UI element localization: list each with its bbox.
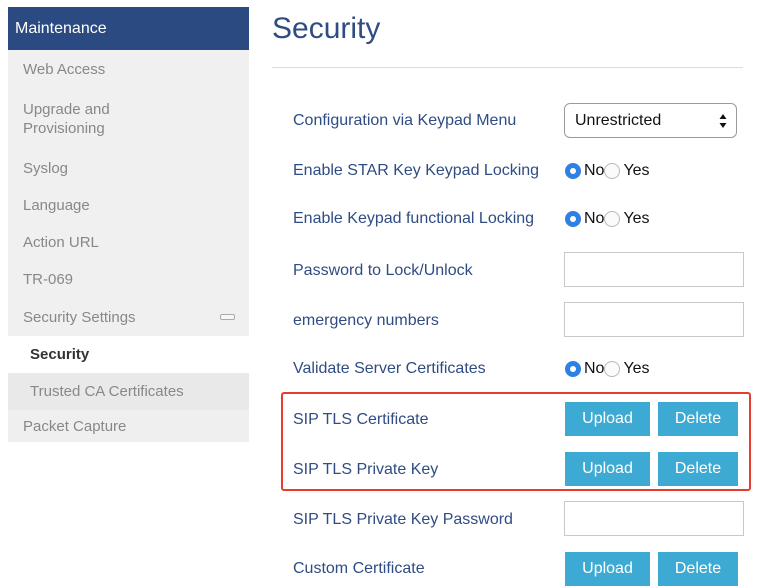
sidebar-item-packet-capture[interactable]: Packet Capture [8,410,249,442]
radio-yes[interactable] [604,163,621,179]
radio-no-selected[interactable] [565,361,581,377]
sip-tls-private-key-label: SIP TLS Private Key [293,461,439,478]
sip-tls-certificate-label: SIP TLS Certificate [293,411,429,428]
keypad-functional-locking-label: Enable Keypad functional Locking [293,210,535,227]
radio-yes-label: Yes [623,162,650,179]
sidebar-item-action-url[interactable]: Action URL [8,224,249,261]
config-keypad-menu-label: Configuration via Keypad Menu [293,112,517,129]
radio-yes[interactable] [604,361,621,377]
config-keypad-menu-select[interactable]: Unrestricted [564,103,737,138]
star-key-locking-label: Enable STAR Key Keypad Locking [293,162,540,179]
password-lock-unlock-field[interactable] [564,252,744,287]
radio-yes-label: Yes [623,210,650,227]
radio-yes-label: Yes [623,360,650,377]
sidebar: Maintenance Web Access Upgrade and Provi… [8,7,249,442]
sidebar-item-label: Language [23,197,90,214]
sidebar-item-security[interactable]: Security [8,336,249,373]
emergency-numbers-label: emergency numbers [293,312,439,329]
sidebar-header-label: Maintenance [15,19,107,37]
sidebar-item-label: Packet Capture [23,417,127,435]
select-value: Unrestricted [575,111,662,129]
sidebar-item-label: Action URL [23,234,99,251]
sidebar-item-label: Web Access [23,60,106,78]
sidebar-item-label: Security [30,346,90,363]
validate-server-certificates-radio-group: No Yes [565,360,650,378]
sidebar-item-language[interactable]: Language [8,187,249,224]
sip-tls-certificate-upload-button[interactable]: Upload [565,402,650,436]
sidebar-item-label: Trusted CA Certificates [30,383,184,400]
custom-certificate-label: Custom Certificate [293,560,425,577]
sip-tls-private-key-password-label: SIP TLS Private Key Password [293,511,513,528]
radio-no-label: No [584,360,605,377]
emergency-numbers-field[interactable] [564,302,744,337]
sidebar-header-maintenance[interactable]: Maintenance [8,7,249,50]
sidebar-item-label: Security Settings [23,308,136,326]
sidebar-item-label: TR-069 [23,271,74,288]
sidebar-item-label-line1: Upgrade and [23,101,110,118]
radio-no-label: No [584,210,605,227]
sip-tls-private-key-password-field[interactable] [564,501,744,536]
password-lock-unlock-label: Password to Lock/Unlock [293,262,473,279]
radio-yes[interactable] [604,211,621,227]
sip-tls-certificate-delete-button[interactable]: Delete [658,402,738,436]
radio-no-label: No [584,162,605,179]
page-title: Security [272,12,381,45]
radio-no-selected[interactable] [565,211,581,227]
keypad-functional-locking-radio-group: No Yes [565,210,650,228]
collapse-icon[interactable] [220,314,235,320]
sidebar-item-label-line2: Provisioning [23,120,105,137]
sidebar-item-security-settings[interactable]: Security Settings [8,298,249,336]
star-key-locking-radio-group: No Yes [565,162,650,180]
sidebar-item-upgrade-provisioning[interactable]: Upgrade and Provisioning [8,88,249,150]
sidebar-item-tr-069[interactable]: TR-069 [8,261,249,298]
validate-server-certificates-label: Validate Server Certificates [293,360,486,377]
select-arrows-icon [719,114,727,128]
sidebar-item-label: Syslog [23,160,69,177]
title-divider [272,67,743,68]
sip-tls-private-key-delete-button[interactable]: Delete [658,452,738,486]
radio-no-selected[interactable] [565,163,581,179]
sip-tls-private-key-upload-button[interactable]: Upload [565,452,650,486]
sidebar-item-trusted-ca-certificates[interactable]: Trusted CA Certificates [8,373,249,410]
sidebar-item-web-access[interactable]: Web Access [8,50,249,88]
sidebar-item-syslog[interactable]: Syslog [8,150,249,187]
